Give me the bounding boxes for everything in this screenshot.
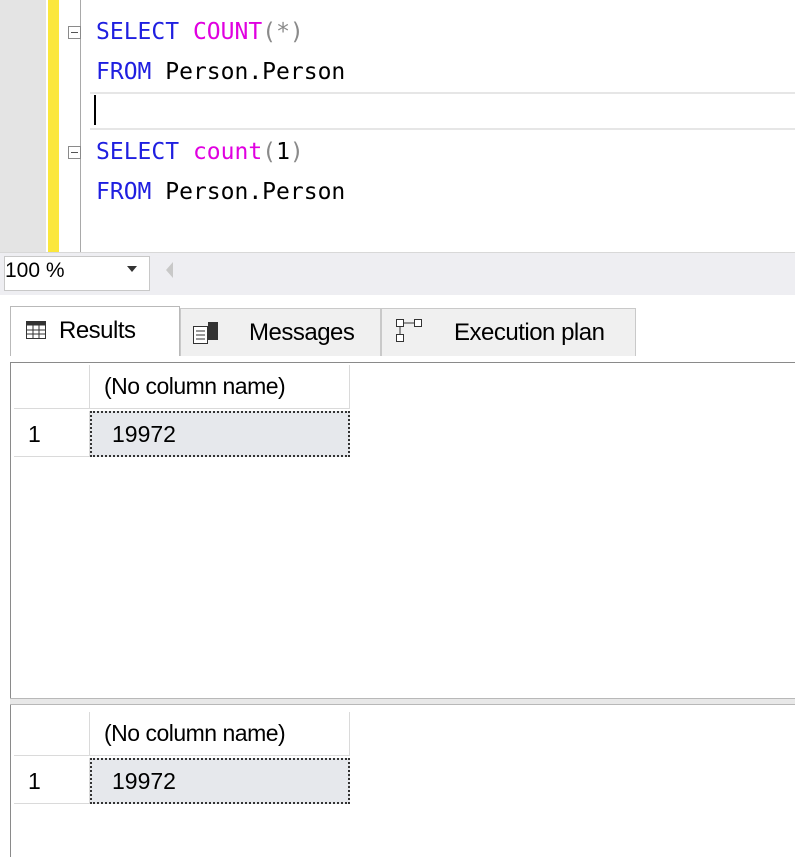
row-number[interactable]: 1 xyxy=(14,758,90,804)
sql-argument: 1 xyxy=(276,139,290,165)
scroll-left-icon[interactable] xyxy=(166,262,173,278)
tab-results[interactable]: Results xyxy=(10,306,180,356)
tab-label: Results xyxy=(59,317,136,344)
messages-icon xyxy=(193,322,218,344)
grid-icon xyxy=(26,321,46,339)
tab-messages[interactable]: Messages xyxy=(180,308,381,356)
sql-function: COUNT xyxy=(192,19,263,45)
collapse-icon[interactable] xyxy=(68,146,81,159)
sql-keyword: SELECT xyxy=(96,19,180,45)
code-line-1[interactable]: SELECT COUNT(*) xyxy=(96,17,304,47)
result-cell[interactable]: 19972 xyxy=(90,411,350,457)
change-tracking-bar xyxy=(48,0,59,252)
sql-keyword: FROM xyxy=(96,179,152,205)
result-cell[interactable]: 19972 xyxy=(90,758,350,804)
code-line-4[interactable]: FROM Person.Person xyxy=(96,177,345,207)
sql-object: Person.Person xyxy=(165,59,346,85)
column-header[interactable]: (No column name) xyxy=(90,365,350,409)
execution-plan-icon xyxy=(396,319,422,342)
sql-punctuation: ( xyxy=(262,19,277,45)
current-line-highlight xyxy=(90,92,795,130)
tab-label: Messages xyxy=(249,319,355,346)
sql-punctuation: ( xyxy=(262,139,277,165)
collapse-icon[interactable] xyxy=(68,26,81,39)
grid-corner[interactable] xyxy=(14,712,90,756)
text-caret xyxy=(94,95,96,125)
sql-object: Person.Person xyxy=(165,179,346,205)
tab-label: Execution plan xyxy=(454,319,605,346)
sql-punctuation: ) xyxy=(289,139,304,165)
sql-keyword: SELECT xyxy=(96,139,180,165)
grid-corner[interactable] xyxy=(14,365,90,409)
sql-punctuation: ) xyxy=(289,19,304,45)
editor-gutter xyxy=(0,0,46,252)
code-line-2[interactable]: FROM Person.Person xyxy=(96,57,345,87)
code-line-3[interactable]: SELECT count(1) xyxy=(96,137,304,167)
chevron-down-icon[interactable] xyxy=(127,266,137,272)
zoom-value: 100 % xyxy=(5,259,65,282)
sql-argument: * xyxy=(276,19,290,45)
sql-keyword: FROM xyxy=(96,59,152,85)
column-header[interactable]: (No column name) xyxy=(90,712,350,756)
row-number[interactable]: 1 xyxy=(14,411,90,457)
sql-function: count xyxy=(192,139,263,165)
result-set-splitter[interactable] xyxy=(10,698,795,705)
tab-execution-plan[interactable]: Execution plan xyxy=(381,308,636,356)
query-editor[interactable]: SELECT COUNT(*) FROM Person.Person SELEC… xyxy=(0,0,795,252)
